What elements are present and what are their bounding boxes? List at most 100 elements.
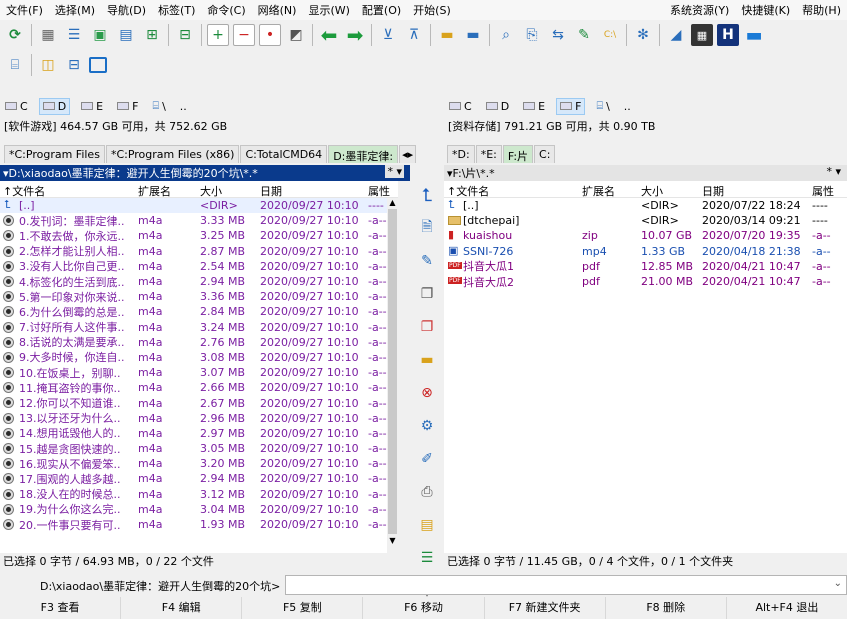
layout-vertical-icon[interactable]: ◫: [37, 54, 59, 76]
file-row[interactable]: 10.在饭桌上，别聊.. m4a 3.07 MB 2020/09/27 10:10 -a…: [0, 365, 398, 380]
parent-dir-button[interactable]: ..: [177, 99, 190, 114]
view-file-icon[interactable]: 🗎: [416, 217, 438, 239]
folder-tree-icon[interactable]: ⊞: [141, 24, 163, 46]
unpack-icon[interactable]: ⊼: [403, 24, 425, 46]
filter-dropdown[interactable]: * ▾: [385, 165, 404, 178]
column-date-header[interactable]: 日期: [260, 183, 282, 199]
tab-scroll-arrows[interactable]: ◂▸: [399, 145, 417, 163]
compare-icon[interactable]: ⊟: [174, 24, 196, 46]
new-folder-icon[interactable]: ▬: [416, 349, 438, 371]
menu-config[interactable]: 配置(O): [356, 2, 407, 18]
refresh-icon[interactable]: ⟳: [4, 24, 26, 46]
drive-f-button[interactable]: F: [556, 97, 586, 115]
f5-copy-button[interactable]: F5 复制: [242, 597, 364, 619]
column-date-header[interactable]: 日期: [702, 183, 724, 199]
multi-rename-icon[interactable]: ⎘: [521, 24, 543, 46]
drive-e-button[interactable]: E: [78, 99, 106, 114]
network-icon[interactable]: ⌸: [4, 54, 26, 76]
file-row[interactable]: 1.不敢去做，你永远.. m4a 3.25 MB 2020/09/27 10:10 -a…: [0, 228, 398, 243]
invert-selection-icon[interactable]: ◩: [285, 24, 307, 46]
file-row[interactable]: 0.发刊词：墨菲定律.. m4a 3.33 MB 2020/09/27 10:10 -a…: [0, 213, 398, 228]
file-row[interactable]: 11.掩耳盗铃的事你.. m4a 2.66 MB 2020/09/27 10:10 -a…: [0, 380, 398, 395]
copy-file-icon[interactable]: ❐: [416, 283, 438, 305]
control-panel-icon[interactable]: ◢: [665, 24, 687, 46]
drive-d-button[interactable]: D: [483, 99, 512, 114]
pack-files-icon[interactable]: ▤: [416, 514, 438, 536]
file-row[interactable]: 12.你可以不知道谁.. m4a 2.67 MB 2020/09/27 10:10 -a…: [0, 395, 398, 410]
file-row[interactable]: ▣ SSNI-726 mp4 1.33 GB 2020/04/18 21:38 -a--: [444, 244, 847, 259]
scroll-thumb[interactable]: [388, 209, 397, 534]
file-row[interactable]: 2.怎样才能让别人相.. m4a 2.87 MB 2020/09/27 10:10 -a…: [0, 244, 398, 259]
network-drive-button[interactable]: ⌸ \: [149, 98, 168, 114]
menu-tabs[interactable]: 标签(T): [152, 2, 201, 18]
tab-program-files-x86[interactable]: *C:Program Files (x86): [105, 145, 240, 163]
file-row[interactable]: PDF 抖音大瓜1 pdf 12.85 MB 2020/04/21 10:47 -a--: [444, 259, 847, 274]
alt-f4-exit-button[interactable]: Alt+F4 退出: [727, 597, 847, 619]
file-row[interactable]: 19.为什么你这么完.. m4a 3.04 MB 2020/09/27 10:10 -a…: [0, 502, 398, 517]
file-row[interactable]: PDF 抖音大瓜2 pdf 21.00 MB 2020/04/21 10:47 -a--: [444, 274, 847, 289]
detail-view-icon[interactable]: ☰: [63, 24, 85, 46]
tab-e[interactable]: *E:: [475, 145, 502, 163]
tree-view-icon[interactable]: ▤: [115, 24, 137, 46]
tab-murphy-law[interactable]: D:墨菲定律:: [328, 145, 399, 163]
properties-icon[interactable]: ⚙: [416, 415, 438, 437]
thumbnail-view-icon[interactable]: ▣: [89, 24, 111, 46]
column-size-header[interactable]: 大小: [641, 183, 663, 199]
file-row[interactable]: 15.越是贪图快速的.. m4a 3.05 MB 2020/09/27 10:10 -a…: [0, 441, 398, 456]
f6-move-button[interactable]: F6 移动: [363, 597, 485, 619]
column-ext-header[interactable]: 扩展名: [138, 183, 171, 199]
window-icon[interactable]: [89, 57, 107, 73]
filter-dropdown[interactable]: * ▾: [826, 165, 841, 178]
column-attr-header[interactable]: 属性: [368, 183, 390, 199]
command-input[interactable]: ⌄: [285, 575, 847, 595]
drive-c-button[interactable]: C: [2, 99, 31, 114]
file-row[interactable]: ▮ kuaishou zip 10.07 GB 2020/07/20 19:35 -a--: [444, 228, 847, 243]
file-row[interactable]: 20.一件事只要有可.. m4a 1.93 MB 2020/09/27 10:10 -a…: [0, 517, 398, 532]
ftp-new-icon[interactable]: ▬: [462, 24, 484, 46]
pack-icon[interactable]: ⊻: [377, 24, 399, 46]
column-ext-header[interactable]: 扩展名: [582, 183, 615, 199]
parent-dir-button[interactable]: ..: [621, 99, 634, 114]
file-row[interactable]: 13.以牙还牙为什么.. m4a 2.96 MB 2020/09/27 10:10 -a…: [0, 411, 398, 426]
select-minus-icon[interactable]: −: [233, 24, 255, 46]
select-plus-icon[interactable]: +: [207, 24, 229, 46]
menu-start[interactable]: 开始(S): [407, 2, 457, 18]
f8-delete-button[interactable]: F8 删除: [606, 597, 727, 619]
back-arrow-icon[interactable]: ⬅: [318, 23, 340, 47]
f4-edit-button[interactable]: F4 编辑: [121, 597, 243, 619]
move-file-icon[interactable]: ❐: [416, 316, 438, 338]
rename-icon[interactable]: ✐: [416, 448, 438, 470]
tab-program-files[interactable]: *C:Program Files: [4, 145, 105, 163]
tab-totalcmd64[interactable]: C:TotalCMD64: [240, 145, 328, 163]
file-row[interactable]: 6.为什么倒霉的总是.. m4a 2.84 MB 2020/09/27 10:10 -a…: [0, 304, 398, 319]
parent-dir-row[interactable]: ⮤ [..] <DIR> 2020/07/22 18:24 ----: [444, 198, 847, 213]
calculator-icon[interactable]: ▦: [691, 24, 713, 46]
menu-select[interactable]: 选择(M): [49, 2, 101, 18]
file-row[interactable]: 17.围观的人越多越.. m4a 2.94 MB 2020/09/27 10:10 -a…: [0, 471, 398, 486]
cmd-prompt-icon[interactable]: C:\: [599, 24, 621, 46]
notepad-icon[interactable]: ✎: [573, 24, 595, 46]
column-size-header[interactable]: 大小: [200, 183, 222, 199]
file-row[interactable]: 5.第一印象对你来说.. m4a 3.36 MB 2020/09/27 10:10 -a…: [0, 289, 398, 304]
menu-show[interactable]: 显示(W): [302, 2, 355, 18]
file-row[interactable]: 3.没有人比你自己更.. m4a 2.54 MB 2020/09/27 10:10 -a…: [0, 259, 398, 274]
hex-editor-icon[interactable]: H: [717, 24, 739, 46]
network-drive-button[interactable]: ⌸ \: [593, 98, 612, 114]
menu-file[interactable]: 文件(F): [0, 2, 49, 18]
select-all-icon[interactable]: •: [259, 24, 281, 46]
menu-shortcuts[interactable]: 快捷键(K): [735, 2, 796, 18]
column-attr-header[interactable]: 属性: [812, 183, 834, 199]
layout-horizontal-icon[interactable]: ⊟: [63, 54, 85, 76]
menu-help[interactable]: 帮助(H): [796, 2, 847, 18]
file-row[interactable]: [dtchepai] <DIR> 2020/03/14 09:21 ----: [444, 213, 847, 228]
list-icon[interactable]: ☰: [416, 547, 438, 569]
tab-c[interactable]: C:: [534, 145, 556, 163]
menu-commands[interactable]: 命令(C): [201, 2, 251, 18]
ftp-icon[interactable]: ▬: [436, 24, 458, 46]
file-row[interactable]: 7.讨好所有人这件事.. m4a 3.24 MB 2020/09/27 10:10 -a…: [0, 320, 398, 335]
left-path-bar[interactable]: ▾D:\xiaodao\墨菲定律：避开人生倒霉的20个坑\*.* * ▾: [0, 165, 410, 181]
edit-file-icon[interactable]: ✎: [416, 250, 438, 272]
f7-new-folder-button[interactable]: F7 新建文件夹: [485, 597, 606, 619]
f3-view-button[interactable]: F3 查看: [0, 597, 122, 619]
tab-f-movies[interactable]: F:片: [502, 145, 534, 163]
